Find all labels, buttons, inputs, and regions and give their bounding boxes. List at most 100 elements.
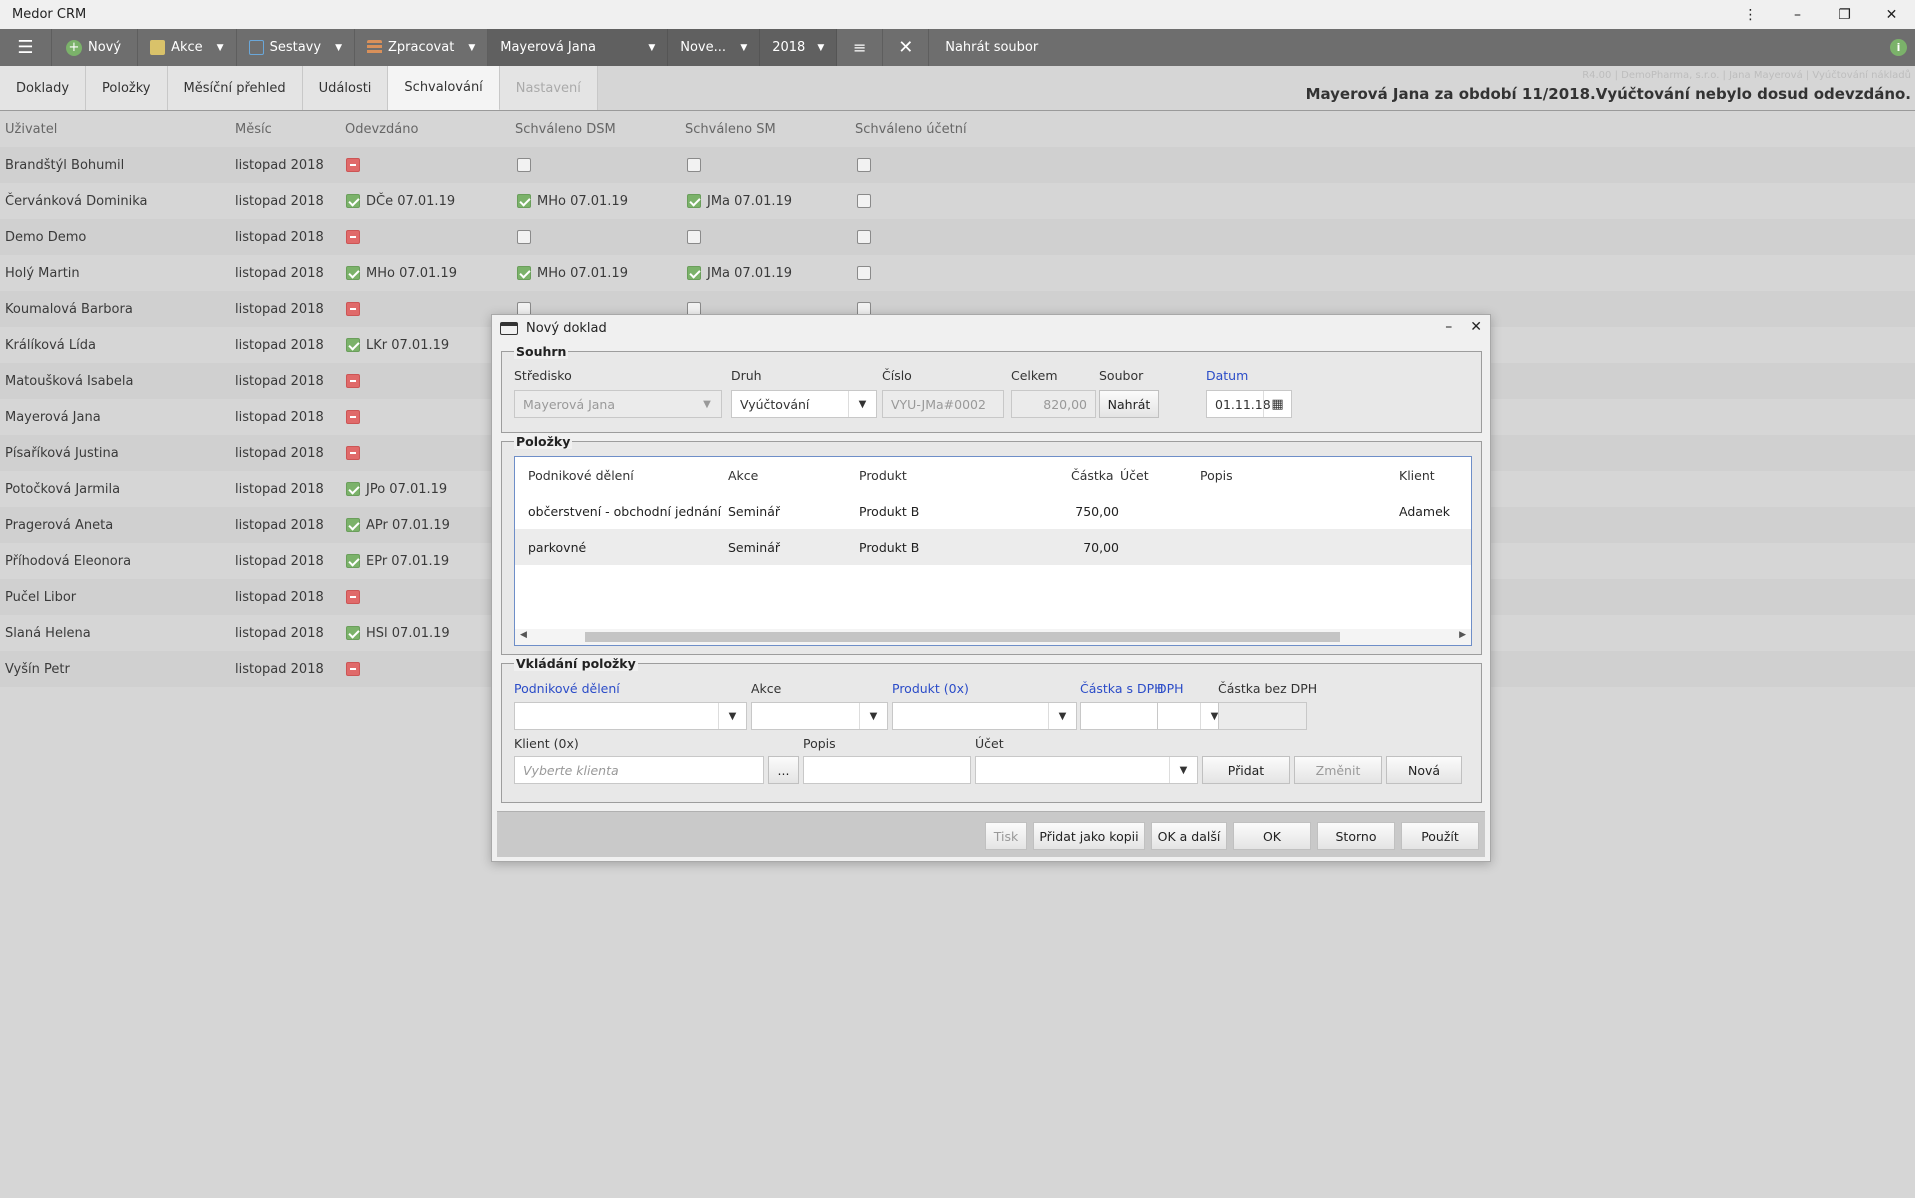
checked-checkbox[interactable] [346,266,360,280]
ok-next-button[interactable]: OK a další [1151,822,1227,850]
process-menu-button[interactable]: Zpracovat ▼ [355,29,489,66]
items-col-amount[interactable]: Částka [1071,457,1113,493]
column-header-user[interactable]: Uživatel [5,122,57,137]
table-row[interactable]: Demo Demo listopad 2018 [0,219,1915,255]
year-select[interactable]: 2018 ▼ [760,29,838,66]
minus-checkbox[interactable] [346,158,360,172]
window-restore-button[interactable]: ❐ [1821,0,1868,29]
minus-checkbox[interactable] [346,230,360,244]
month-select[interactable]: Nove... ▼ [668,29,761,66]
checked-checkbox[interactable] [687,266,701,280]
items-col-product[interactable]: Produkt [859,457,907,493]
checked-checkbox[interactable] [517,266,531,280]
checked-checkbox[interactable] [346,554,360,568]
tab-items[interactable]: Položky [86,66,168,111]
items-col-action[interactable]: Akce [728,457,758,493]
dialog-minimize-button[interactable]: – [1445,319,1452,335]
empty-checkbox[interactable] [857,194,871,208]
window-icon [500,322,518,335]
column-header-submitted[interactable]: Odevzdáno [345,122,418,137]
checked-checkbox[interactable] [346,626,360,640]
tab-approval[interactable]: Schvalování [388,66,500,111]
description-input[interactable] [803,756,971,784]
add-item-button[interactable]: Přidat [1202,756,1290,784]
tab-events[interactable]: Události [302,66,389,111]
empty-checkbox[interactable] [857,230,871,244]
checked-checkbox[interactable] [346,482,360,496]
cancel-button[interactable]: Storno [1317,822,1395,850]
empty-checkbox[interactable] [857,158,871,172]
column-header-approved-accounting[interactable]: Schváleno účetní [855,122,967,137]
calendar-icon[interactable]: ▦ [1263,391,1291,417]
column-header-month[interactable]: Měsíc [235,122,272,137]
cell-user: Matoušková Isabela [5,373,134,389]
checked-checkbox[interactable] [346,194,360,208]
client-browse-button[interactable]: ... [768,756,799,784]
window-menu-icon[interactable]: ⋮ [1727,0,1774,29]
amount-vat-input[interactable] [1080,702,1168,730]
items-col-division[interactable]: Podnikové dělení [528,457,634,493]
upload-file-button[interactable]: Nahrát soubor [929,29,1050,66]
scroll-left-icon[interactable]: ◀ [520,630,527,640]
dialog-close-button[interactable]: ✕ [1470,319,1482,335]
column-header-approved-sm[interactable]: Schváleno SM [685,122,776,137]
upload-button[interactable]: Nahrát [1099,390,1159,418]
table-row[interactable]: Červánková Dominika listopad 2018 DČe 07.0… [0,183,1915,219]
minus-checkbox[interactable] [346,662,360,676]
cell-month: listopad 2018 [235,445,324,461]
hamburger-menu-icon[interactable]: ☰ [0,29,52,66]
items-row[interactable]: občerstvení - obchodní jednání Seminář P… [515,493,1471,529]
empty-checkbox[interactable] [687,230,701,244]
minus-checkbox[interactable] [346,590,360,604]
product-select[interactable]: ▼ [892,702,1077,730]
cell-user: Vyšín Petr [5,661,70,677]
add-as-copy-button[interactable]: Přidat jako kopii [1033,822,1145,850]
window-close-button[interactable]: ✕ [1868,0,1915,29]
new-item-button[interactable]: Nová [1386,756,1462,784]
empty-checkbox[interactable] [857,266,871,280]
dialog-footer: Tisk Přidat jako kopii OK a další OK Sto… [497,811,1485,857]
tab-monthly-overview[interactable]: Měsíční přehled [167,66,303,111]
minus-checkbox[interactable] [346,446,360,460]
filter-icon[interactable]: ≡ [837,29,884,66]
cell-approved-sm: JMa 07.01.19 [687,194,792,209]
empty-checkbox[interactable] [517,230,531,244]
checked-checkbox[interactable] [517,194,531,208]
empty-checkbox[interactable] [517,158,531,172]
new-button[interactable]: + Nový [52,29,139,66]
account-select[interactable]: ▼ [975,756,1198,784]
clear-filter-icon[interactable]: ✕ [883,29,930,66]
reports-menu-button[interactable]: Sestavy ▼ [237,29,355,66]
tab-documents[interactable]: Doklady [0,66,87,111]
minus-checkbox[interactable] [346,302,360,316]
items-row[interactable]: parkovné Seminář Produkt B 70,00 [515,529,1471,565]
table-row[interactable]: Brandštýl Bohumil listopad 2018 [0,147,1915,183]
checked-checkbox[interactable] [687,194,701,208]
checked-checkbox[interactable] [346,338,360,352]
total-value: 820,00 [1043,396,1087,412]
actions-menu-button[interactable]: Akce ▼ [138,29,237,66]
client-input[interactable]: Vyberte klienta [514,756,764,784]
window-minimize-button[interactable]: – [1774,0,1821,29]
checked-checkbox[interactable] [346,518,360,532]
column-header-approved-dsm[interactable]: Schváleno DSM [515,122,616,137]
minus-checkbox[interactable] [346,374,360,388]
apply-button[interactable]: Použít [1401,822,1479,850]
division-select[interactable]: ▼ [514,702,747,730]
table-row[interactable]: Holý Martin listopad 2018 MHo 07.01.19 MHo … [0,255,1915,291]
items-col-description[interactable]: Popis [1200,457,1233,493]
type-select[interactable]: Vyúčtování ▼ [731,390,877,418]
info-status-icon[interactable]: i [1890,39,1907,56]
items-col-account[interactable]: Účet [1120,457,1149,493]
items-col-client[interactable]: Klient [1399,457,1435,493]
date-field[interactable]: 01.11.18 ▦ [1206,390,1292,418]
scroll-right-icon[interactable]: ▶ [1459,630,1466,640]
scrollbar-thumb[interactable] [585,632,1340,642]
action-select[interactable]: ▼ [751,702,888,730]
empty-checkbox[interactable] [687,158,701,172]
user-select[interactable]: Mayerová Jana ▼ [488,29,669,66]
cell-user: Mayerová Jana [5,409,101,425]
ok-button[interactable]: OK [1233,822,1311,850]
horizontal-scrollbar[interactable]: ◀ ▶ [515,629,1471,645]
minus-checkbox[interactable] [346,410,360,424]
